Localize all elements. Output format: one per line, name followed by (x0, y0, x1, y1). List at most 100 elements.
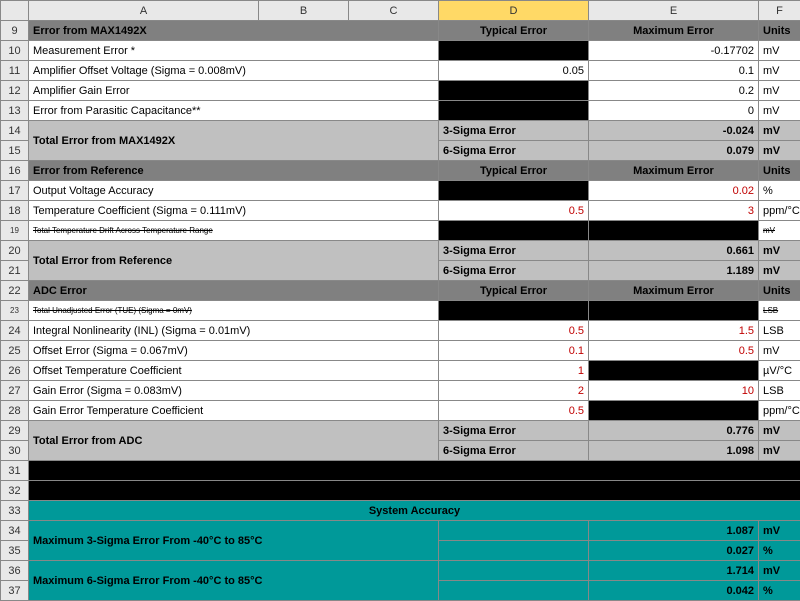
cell[interactable]: Total Error from Reference (29, 241, 439, 281)
cell[interactable] (439, 561, 589, 581)
cell[interactable]: 0.776 (589, 421, 759, 441)
row-header[interactable]: 36 (1, 561, 29, 581)
cell[interactable]: 0.5 (439, 401, 589, 421)
cell[interactable]: mV (759, 81, 800, 101)
cell[interactable]: 3-Sigma Error (439, 421, 589, 441)
row-header[interactable]: 28 (1, 401, 29, 421)
cell[interactable]: 3-Sigma Error (439, 241, 589, 261)
cell[interactable]: Maximum Error (589, 161, 759, 181)
cell[interactable]: 1.087 (589, 521, 759, 541)
cell[interactable]: 0 (589, 101, 759, 121)
cell[interactable]: mV (759, 61, 800, 81)
cell[interactable]: ppm/°C (759, 201, 800, 221)
row-header[interactable]: 25 (1, 341, 29, 361)
cell[interactable] (439, 301, 589, 321)
cell[interactable]: Gain Error Temperature Coefficient (29, 401, 439, 421)
row-header[interactable]: 35 (1, 541, 29, 561)
cell[interactable] (439, 41, 589, 61)
cell[interactable]: 0.1 (589, 61, 759, 81)
cell[interactable]: mV (759, 561, 800, 581)
cell[interactable]: mV (759, 41, 800, 61)
cell[interactable]: 0.079 (589, 141, 759, 161)
cell[interactable]: mV (759, 101, 800, 121)
cell[interactable] (439, 521, 589, 541)
cell[interactable] (589, 401, 759, 421)
cell[interactable]: Maximum Error (589, 21, 759, 41)
cell[interactable]: mV (759, 261, 800, 281)
row-header[interactable]: 33 (1, 501, 29, 521)
cell[interactable]: Typical Error (439, 161, 589, 181)
row-header[interactable]: 27 (1, 381, 29, 401)
cell[interactable] (589, 301, 759, 321)
row-header[interactable]: 22 (1, 281, 29, 301)
cell[interactable]: 1.098 (589, 441, 759, 461)
cell[interactable]: Error from Parasitic Capacitance** (29, 101, 439, 121)
corner-cell[interactable] (1, 1, 29, 21)
cell[interactable]: Maximum Error (589, 281, 759, 301)
cell[interactable] (439, 81, 589, 101)
cell[interactable]: ppm/°C (759, 401, 800, 421)
cell[interactable] (589, 361, 759, 381)
cell[interactable]: Units (759, 21, 800, 41)
cell[interactable]: Amplifier Gain Error (29, 81, 439, 101)
cell[interactable]: mV (759, 441, 800, 461)
row-header[interactable]: 16 (1, 161, 29, 181)
row-header[interactable]: 14 (1, 121, 29, 141)
cell[interactable]: Error from MAX1492X (29, 21, 439, 41)
cell[interactable]: mV (759, 241, 800, 261)
row-header[interactable]: 12 (1, 81, 29, 101)
cell[interactable]: ADC Error (29, 281, 439, 301)
col-F[interactable]: F (759, 1, 800, 21)
row-header[interactable]: 24 (1, 321, 29, 341)
cell[interactable]: 0.05 (439, 61, 589, 81)
row-header[interactable]: 32 (1, 481, 29, 501)
cell[interactable]: Units (759, 281, 800, 301)
cell[interactable]: 0.02 (589, 181, 759, 201)
cell[interactable]: Maximum 6-Sigma Error From -40°C to 85°C (29, 561, 439, 601)
cell[interactable] (439, 221, 589, 241)
row-header[interactable]: 19 (1, 221, 29, 241)
cell[interactable]: 3 (589, 201, 759, 221)
cell[interactable] (29, 481, 800, 501)
cell[interactable]: Total Temperature Drift Across Temperatu… (29, 221, 439, 241)
cell[interactable]: mV (759, 341, 800, 361)
cell[interactable]: mV (759, 121, 800, 141)
cell[interactable] (439, 181, 589, 201)
col-A[interactable]: A (29, 1, 259, 21)
cell[interactable]: mV (759, 521, 800, 541)
row-header[interactable]: 11 (1, 61, 29, 81)
cell[interactable]: 1.714 (589, 561, 759, 581)
cell[interactable]: Output Voltage Accuracy (29, 181, 439, 201)
col-E[interactable]: E (589, 1, 759, 21)
cell[interactable]: mV (759, 141, 800, 161)
cell[interactable]: Total Error from MAX1492X (29, 121, 439, 161)
cell[interactable]: 0.5 (589, 341, 759, 361)
row-header[interactable]: 17 (1, 181, 29, 201)
row-header[interactable]: 15 (1, 141, 29, 161)
cell[interactable]: 0.1 (439, 341, 589, 361)
row-header[interactable]: 30 (1, 441, 29, 461)
cell[interactable]: 6-Sigma Error (439, 261, 589, 281)
cell[interactable]: Units (759, 161, 800, 181)
row-header[interactable]: 21 (1, 261, 29, 281)
cell[interactable] (29, 461, 800, 481)
col-C[interactable]: C (349, 1, 439, 21)
cell[interactable]: % (759, 181, 800, 201)
cell[interactable]: 6-Sigma Error (439, 441, 589, 461)
cell[interactable]: Offset Temperature Coefficient (29, 361, 439, 381)
row-header[interactable]: 31 (1, 461, 29, 481)
cell[interactable]: Total Error from ADC (29, 421, 439, 461)
cell[interactable]: 0.5 (439, 321, 589, 341)
cell[interactable]: 1 (439, 361, 589, 381)
row-header[interactable]: 23 (1, 301, 29, 321)
cell[interactable]: 0.5 (439, 201, 589, 221)
cell[interactable]: 0.2 (589, 81, 759, 101)
cell[interactable]: Typical Error (439, 281, 589, 301)
cell[interactable]: System Accuracy (29, 501, 800, 521)
cell[interactable]: Amplifier Offset Voltage (Sigma = 0.008m… (29, 61, 439, 81)
row-header[interactable]: 13 (1, 101, 29, 121)
cell[interactable]: 1.5 (589, 321, 759, 341)
cell[interactable]: Typical Error (439, 21, 589, 41)
row-header[interactable]: 26 (1, 361, 29, 381)
cell[interactable]: 10 (589, 381, 759, 401)
